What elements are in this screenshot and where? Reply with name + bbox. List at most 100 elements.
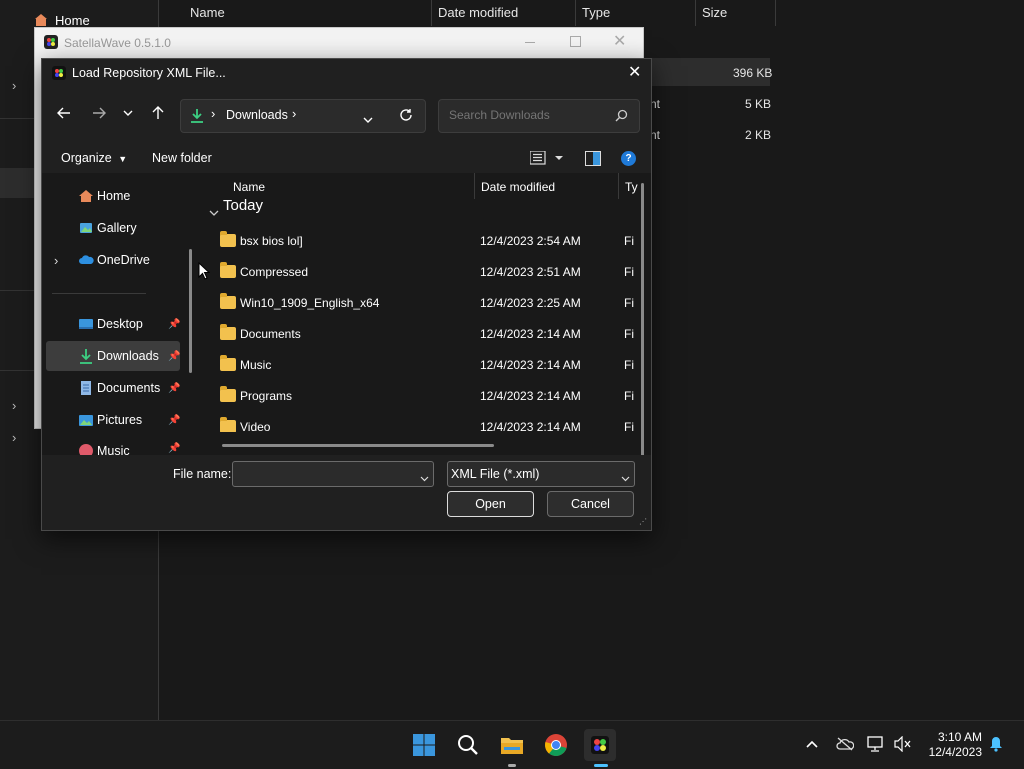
list-item[interactable]: Win10_1909_English_x64 12/4/2023 2:25 AM F… (200, 288, 651, 319)
file-type: Fi (624, 296, 634, 310)
pictures-icon (78, 412, 94, 428)
pin-icon[interactable]: 📌 (168, 319, 180, 330)
file-name-label: File name: (173, 467, 232, 481)
chevron-right-icon[interactable]: › (12, 398, 16, 413)
satellawave-app-icon (44, 35, 58, 49)
vertical-scrollbar[interactable] (641, 183, 644, 467)
clock-date: 12/4/2023 (928, 745, 982, 759)
sidebar-item-label: Music (97, 444, 130, 455)
satellawave-taskbar-icon[interactable] (584, 729, 616, 761)
column-header-date[interactable]: Date modified (438, 0, 518, 26)
recent-locations-chevron-icon[interactable] (118, 101, 138, 125)
help-icon[interactable]: ? (621, 151, 636, 166)
running-indicator (508, 764, 516, 767)
file-date: 12/4/2023 2:14 AM (480, 389, 581, 403)
dialog-title: Load Repository XML File... (72, 66, 226, 80)
file-name: Win10_1909_English_x64 (240, 296, 380, 310)
pin-icon[interactable]: 📌 (168, 383, 180, 394)
search-icon[interactable] (615, 109, 628, 125)
minimize-icon[interactable] (525, 42, 535, 43)
chevron-up-icon[interactable] (806, 737, 818, 751)
list-item[interactable]: Video 12/4/2023 2:14 AM Fi (200, 412, 651, 432)
close-icon[interactable]: ✕ (613, 31, 626, 51)
search-input[interactable] (447, 107, 611, 123)
chevron-right-icon[interactable]: › (292, 106, 296, 121)
file-name: bsx bios lol] (240, 234, 303, 248)
file-name-field[interactable] (232, 461, 434, 487)
up-arrow-icon[interactable] (146, 101, 170, 125)
sidebar-item-documents[interactable]: Documents 📌 (46, 373, 180, 403)
sidebar-item-home[interactable]: Home (46, 181, 180, 211)
horizontal-scrollbar[interactable] (222, 444, 494, 447)
search-box[interactable] (438, 99, 640, 133)
close-icon[interactable]: ✕ (628, 62, 641, 82)
sidebar-item-gallery[interactable]: Gallery (46, 213, 180, 243)
background-home-label[interactable]: Home (55, 13, 90, 28)
chevron-down-icon (621, 471, 630, 485)
list-item[interactable]: Documents 12/4/2023 2:14 AM Fi (200, 319, 651, 350)
refresh-icon[interactable] (399, 108, 413, 125)
cloud-icon (78, 252, 94, 268)
start-button[interactable] (408, 729, 440, 761)
sidebar-item-pictures[interactable]: Pictures 📌 (46, 405, 180, 435)
column-header-size[interactable]: Size (702, 0, 727, 26)
group-header[interactable]: Today (223, 197, 263, 214)
sidebar-item-label: Pictures (97, 413, 143, 427)
volume-muted-icon[interactable] (894, 735, 912, 755)
file-name: Documents (240, 327, 301, 341)
background-selected-item (0, 168, 34, 198)
search-icon[interactable] (452, 729, 484, 761)
list-item[interactable]: Compressed 12/4/2023 2:51 AM Fi (200, 257, 651, 288)
chevron-right-icon[interactable]: › (12, 430, 16, 445)
chevron-down-icon[interactable] (420, 471, 429, 485)
onedrive-offline-icon[interactable] (836, 737, 855, 754)
file-name: Video (240, 420, 271, 432)
new-folder-button[interactable]: New folder (152, 151, 212, 165)
back-icon[interactable] (52, 101, 76, 125)
file-type-select[interactable]: XML File (*.xml) (447, 461, 635, 487)
sidebar-scrollbar[interactable] (189, 249, 192, 373)
column-header-name[interactable]: Name (233, 180, 265, 194)
list-item[interactable]: Programs 12/4/2023 2:14 AM Fi (200, 381, 651, 412)
pin-icon[interactable]: 📌 (168, 351, 180, 362)
chevron-right-icon[interactable]: › (12, 78, 16, 93)
pin-icon[interactable]: 📌 (168, 443, 180, 454)
address-dropdown-icon[interactable] (363, 112, 373, 126)
organize-button[interactable]: Organize ▼ (61, 151, 127, 165)
file-explorer-icon[interactable] (496, 729, 528, 761)
column-header-type[interactable]: Type (582, 0, 610, 26)
column-header-date[interactable]: Date modified (481, 180, 555, 194)
preview-pane-icon[interactable] (585, 151, 601, 166)
sidebar-item-music[interactable]: Music 📌 (46, 437, 180, 455)
group-collapse-icon[interactable] (209, 205, 219, 219)
expand-chevron-icon[interactable]: › (54, 253, 58, 268)
column-header-name[interactable]: Name (190, 0, 225, 26)
active-indicator (594, 764, 608, 767)
resize-grip-icon[interactable]: ⋰ (639, 517, 647, 526)
dialog-titlebar[interactable]: Load Repository XML File... ✕ (42, 59, 651, 87)
download-icon (190, 108, 204, 124)
view-options-button[interactable] (529, 150, 566, 168)
satellawave-title: SatellaWave 0.5.1.0 (64, 36, 171, 50)
satellawave-titlebar[interactable]: SatellaWave 0.5.1.0 ✕ (35, 28, 643, 58)
maximize-icon[interactable] (570, 36, 581, 47)
breadcrumb-location[interactable]: Downloads (226, 108, 288, 122)
column-separator (431, 0, 432, 26)
sidebar-item-desktop[interactable]: Desktop 📌 (46, 309, 180, 339)
column-header-type[interactable]: Ty (625, 180, 638, 194)
sidebar-item-onedrive[interactable]: › OneDrive (46, 245, 180, 275)
notification-bell-icon[interactable] (989, 736, 1003, 755)
clock[interactable]: 3:10 AM 12/4/2023 (922, 730, 982, 760)
list-item[interactable]: bsx bios lol] 12/4/2023 2:54 AM Fi (200, 226, 651, 257)
cancel-button[interactable]: Cancel (547, 491, 634, 517)
sidebar-item-downloads[interactable]: Downloads 📌 (46, 341, 180, 371)
file-date: 12/4/2023 2:14 AM (480, 358, 581, 372)
forward-icon[interactable] (87, 101, 111, 125)
chrome-icon[interactable] (540, 729, 572, 761)
list-item[interactable]: Music 12/4/2023 2:14 AM Fi (200, 350, 651, 381)
pin-icon[interactable]: 📌 (168, 415, 180, 426)
address-bar[interactable]: › Downloads › (180, 99, 426, 133)
open-button[interactable]: Open (447, 491, 534, 517)
column-separator (695, 0, 696, 26)
network-icon[interactable] (867, 736, 885, 755)
